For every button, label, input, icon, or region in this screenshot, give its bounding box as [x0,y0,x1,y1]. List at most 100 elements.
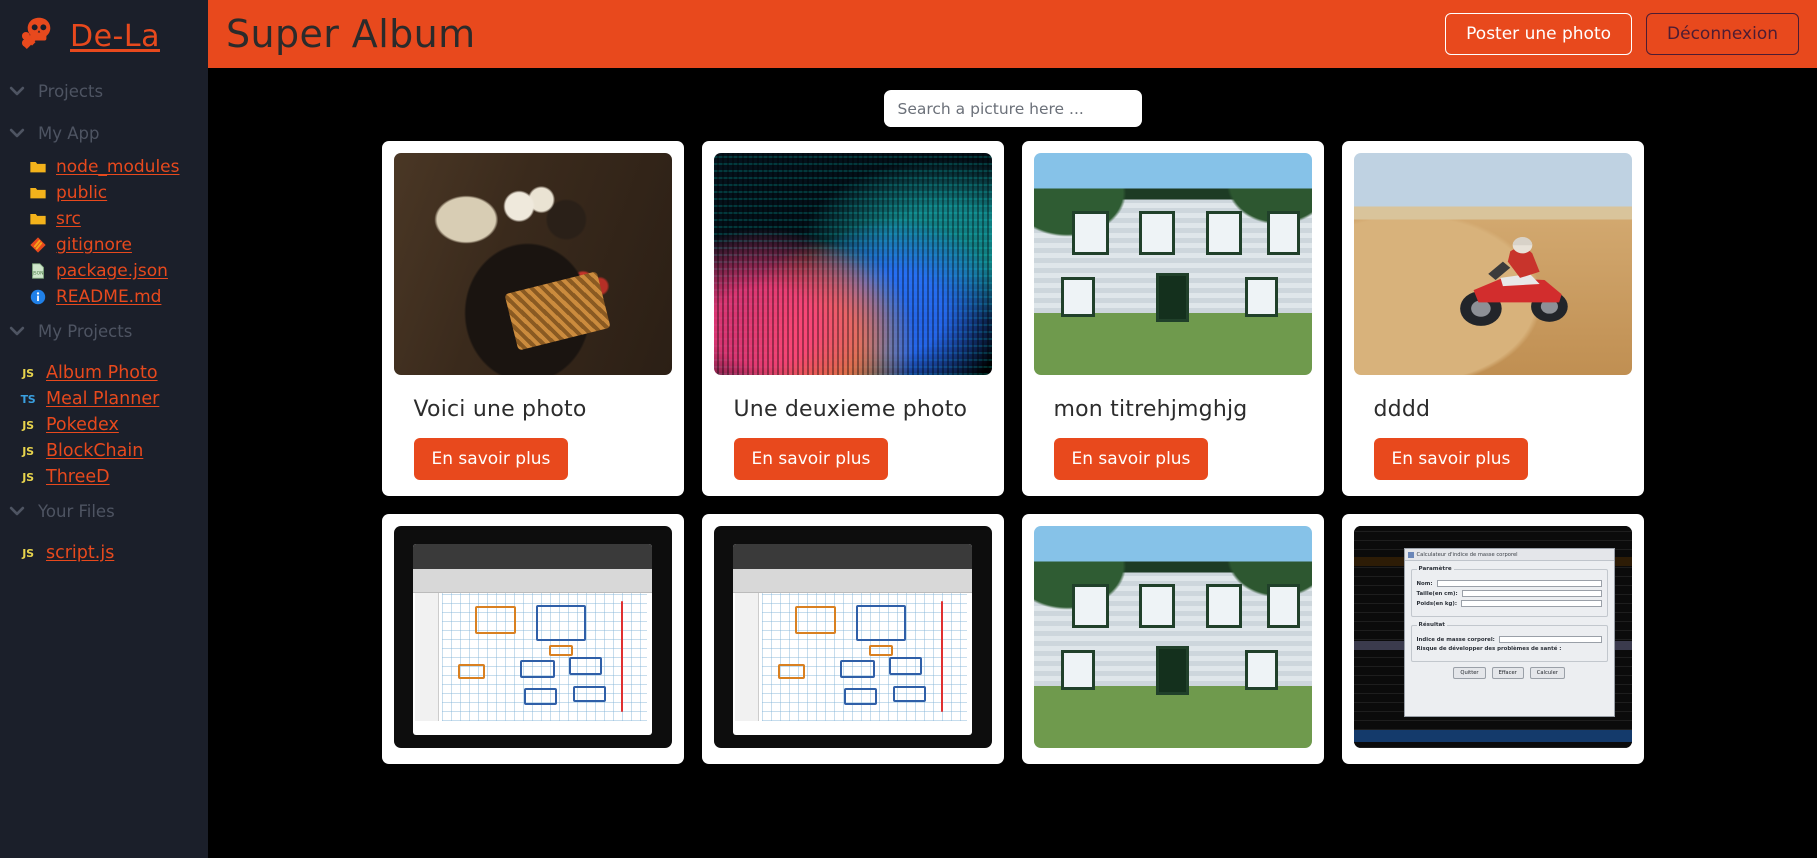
sidebar-item-package-json[interactable]: JSON package.json [0,258,208,284]
chevron-down-icon [6,80,28,102]
sidebar-item-node-modules[interactable]: node_modules [0,154,208,180]
learn-more-button[interactable]: En savoir plus [733,438,889,480]
sidebar-group-projects[interactable]: Projects [0,70,208,112]
bmi-calculator-dialog[interactable]: Calculateur d'indice de masse corporel P… [1403,548,1615,717]
risk-label: Risque de développer des problèmes de sa… [1416,646,1562,653]
sidebar-group-label: Projects [38,81,104,101]
sidebar-group-my-app[interactable]: My App [0,112,208,154]
post-photo-button[interactable]: Poster une photo [1445,13,1633,55]
photo-card[interactable]: mon titrehjmghjg En savoir plus [1021,141,1324,496]
sidebar-group-label: My App [38,123,100,143]
sidebar-group-label: My Projects [38,321,133,341]
dialog-titlebar: Calculateur d'indice de masse corporel [1404,549,1614,562]
photo-card[interactable]: Voici une photo En savoir plus [381,141,684,496]
js-badge-icon: JS [22,444,34,458]
result-legend: Résultat [1418,622,1445,629]
git-icon [28,235,48,255]
field-label: Nom: [1416,580,1433,587]
nom-input[interactable] [1436,580,1602,588]
sidebar-item-gitignore[interactable]: gitignore [0,232,208,258]
sidebar-item-public[interactable]: public [0,180,208,206]
house-family-photo[interactable] [1033,153,1312,375]
sidebar-item-label: README.md [56,287,162,307]
card-title: dddd [1373,397,1431,422]
sidebar-item-threed[interactable]: JS ThreeD [0,464,208,490]
sidebar-item-pokedex[interactable]: JS Pokedex [0,412,208,438]
field-label: Poids(en kg): [1416,600,1457,607]
card-title: Une deuxieme photo [733,397,968,422]
js-badge-icon: JS [22,470,34,484]
sidebar-group-label: Your Files [38,501,115,521]
sidebar-item-blockchain[interactable]: JS BlockChain [0,438,208,464]
sidebar-item-meal-planner[interactable]: TS Meal Planner [0,386,208,412]
house-family-photo[interactable] [1033,526,1312,748]
svg-text:JSON: JSON [31,271,43,277]
dialog-buttons: Quitter Effacer Calculer [1411,667,1608,680]
logout-button[interactable]: Déconnexion [1646,13,1799,55]
calculer-button[interactable]: Calculer [1529,667,1565,680]
brand-name: De-La [70,18,160,54]
folder-icon [28,157,48,177]
chevron-down-icon [6,320,28,342]
learn-more-button[interactable]: En savoir plus [1373,438,1529,480]
learn-more-button[interactable]: En savoir plus [413,438,569,480]
header-bar: Super Album Poster une photo Déconnexion [208,0,1817,68]
sidebar-item-label: node_modules [56,157,180,177]
taille-input[interactable] [1461,590,1602,598]
sidebar-item-album-photo[interactable]: JS Album Photo [0,360,208,386]
folder-icon [28,209,48,229]
photo-card[interactable]: dddd En savoir plus [1341,141,1644,496]
learn-more-button[interactable]: En savoir plus [1053,438,1209,480]
sidebar-item-script-js[interactable]: JS script.js [0,540,208,566]
sidebar-item-label: public [56,183,108,203]
app-icon [1407,551,1414,558]
sidebar-item-label: BlockChain [46,441,144,461]
ide-calculator-photo[interactable]: Calculateur d'indice de masse corporel P… [1353,526,1632,748]
field-label: Taille(en cm): [1416,590,1458,597]
card-title: Voici une photo [413,397,587,422]
sidebar-item-label: Pokedex [46,415,119,435]
dialog-body: Paramètre Nom: Taille(en cm): Poids(en k… [1405,561,1614,684]
json-file-icon: JSON [28,261,48,281]
photo-card[interactable]: Calculateur d'indice de masse corporel P… [1341,514,1644,764]
field-row-taille: Taille(en cm): [1416,590,1602,598]
quitter-button[interactable]: Quitter [1453,667,1486,680]
js-badge-icon: JS [22,546,34,560]
sidebar-item-readme[interactable]: README.md [0,284,208,310]
field-row-bmi: Indice de masse corporel: [1417,636,1602,644]
sidebar-item-label: gitignore [56,235,132,255]
field-row-poids: Poids(en kg): [1416,600,1602,608]
code-screen-photo[interactable] [713,153,992,375]
search-input[interactable] [883,90,1142,127]
desert-quad-photo[interactable] [1353,153,1632,375]
photo-card[interactable] [381,514,684,764]
info-icon [28,287,48,307]
js-badge-icon: JS [22,366,34,380]
photo-card[interactable]: Une deuxieme photo En savoir plus [701,141,1004,496]
dialog-title: Calculateur d'indice de masse corporel [1416,551,1518,558]
tablet-whiteboard-photo[interactable] [393,526,672,748]
bmi-output [1498,636,1602,644]
photo-card[interactable] [1021,514,1324,764]
app-root: De-La Projects My App node_modules publi… [0,0,1817,858]
sidebar-item-src[interactable]: src [0,206,208,232]
sidebar-group-my-projects[interactable]: My Projects [0,310,208,352]
params-fieldset: Paramètre Nom: Taille(en cm): Poids(en k… [1410,566,1608,618]
ts-badge-icon: TS [20,392,36,406]
breakfast-food-photo[interactable] [393,153,672,375]
folder-icon [28,183,48,203]
tablet-whiteboard-photo[interactable] [713,526,992,748]
chevron-down-icon [6,500,28,522]
sidebar-item-label: package.json [56,261,168,281]
effacer-button[interactable]: Effacer [1491,667,1524,680]
sidebar: De-La Projects My App node_modules publi… [0,0,208,858]
photo-card[interactable] [701,514,1004,764]
file-tree: Projects My App node_modules public src … [0,62,208,566]
brand[interactable]: De-La [0,0,208,62]
sidebar-item-label: ThreeD [46,467,110,487]
sidebar-group-your-files[interactable]: Your Files [0,490,208,532]
params-legend: Paramètre [1418,566,1452,573]
poids-input[interactable] [1461,600,1602,608]
